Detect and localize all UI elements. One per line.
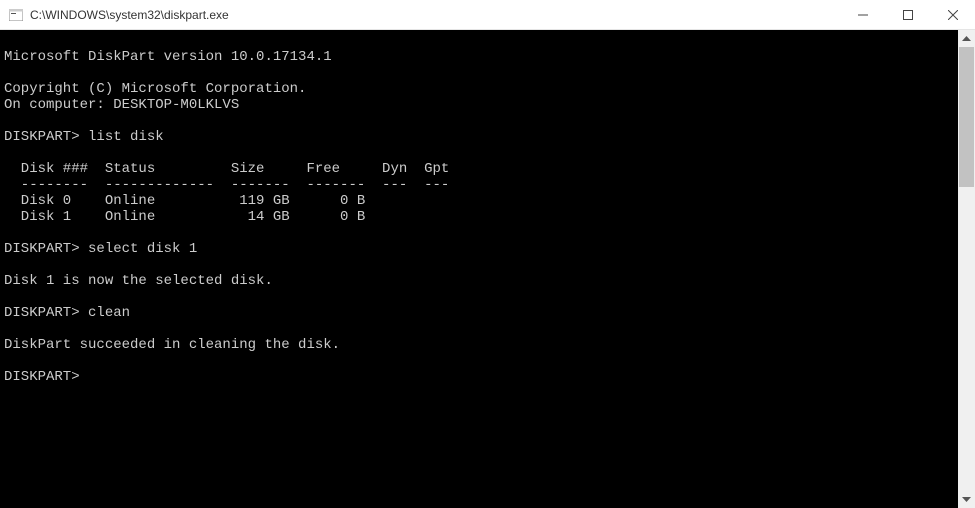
prompt: DISKPART>	[4, 305, 80, 321]
cmd-clean: clean	[88, 305, 130, 321]
prompt-current: DISKPART>	[4, 369, 80, 385]
scroll-track[interactable]	[958, 47, 975, 491]
prompt: DISKPART>	[4, 241, 80, 257]
window-controls	[840, 0, 975, 29]
disk-table-header: Disk ### Status Size Free Dyn Gpt	[4, 161, 449, 177]
window-title: C:\WINDOWS\system32\diskpart.exe	[30, 8, 840, 22]
scroll-down-arrow-icon[interactable]	[958, 491, 975, 508]
scroll-up-arrow-icon[interactable]	[958, 30, 975, 47]
minimize-button[interactable]	[840, 0, 885, 29]
response-selected: Disk 1 is now the selected disk.	[4, 273, 273, 289]
copyright-line: Copyright (C) Microsoft Corporation.	[4, 81, 306, 97]
prompt: DISKPART>	[4, 129, 80, 145]
console-area: Microsoft DiskPart version 10.0.17134.1 …	[0, 30, 975, 508]
titlebar[interactable]: C:\WINDOWS\system32\diskpart.exe	[0, 0, 975, 30]
disk-row-1: Disk 1 Online 14 GB 0 B	[4, 209, 365, 225]
cmd-list-disk: list disk	[88, 129, 164, 145]
computer-line: On computer: DESKTOP-M0LKLVS	[4, 97, 239, 113]
line-blank	[4, 33, 12, 49]
version-line: Microsoft DiskPart version 10.0.17134.1	[4, 49, 332, 65]
vertical-scrollbar[interactable]	[958, 30, 975, 508]
response-cleaned: DiskPart succeeded in cleaning the disk.	[4, 337, 340, 353]
terminal-output[interactable]: Microsoft DiskPart version 10.0.17134.1 …	[0, 30, 958, 508]
disk-row-0: Disk 0 Online 119 GB 0 B	[4, 193, 365, 209]
scroll-thumb[interactable]	[959, 47, 974, 187]
close-button[interactable]	[930, 0, 975, 29]
cmd-select-disk: select disk 1	[88, 241, 197, 257]
console-app-icon	[8, 7, 24, 23]
maximize-button[interactable]	[885, 0, 930, 29]
disk-table-divider: -------- ------------- ------- ------- -…	[4, 177, 449, 193]
